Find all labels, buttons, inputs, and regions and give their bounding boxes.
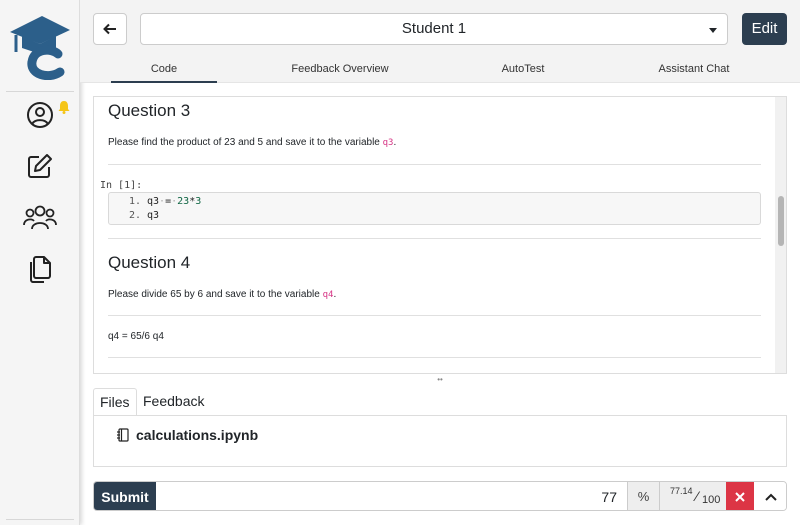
codegrade-logo[interactable]	[8, 10, 72, 81]
variable-code: q3	[382, 138, 394, 148]
notebook-icon	[117, 428, 129, 442]
clear-grade-button[interactable]	[726, 482, 754, 510]
scrollbar[interactable]	[775, 97, 786, 373]
copy-icon[interactable]	[22, 250, 58, 286]
cell-divider	[108, 315, 761, 316]
edit-button[interactable]: Edit	[742, 13, 787, 45]
code-text: q3	[147, 210, 160, 221]
file-name: calculations.ipynb	[136, 427, 259, 443]
question-4-title: Question 4	[108, 253, 191, 272]
line-number: 1.	[128, 196, 141, 207]
tab-bar: Code Feedback Overview AutoTest Assistan…	[80, 55, 800, 83]
line-number: 2.	[128, 210, 141, 221]
arrow-left-icon	[103, 23, 116, 35]
variable-code: q4	[322, 290, 334, 300]
tab-feedback[interactable]: Feedback	[137, 388, 210, 416]
score-display: 77.14 ⁄ 100	[659, 482, 726, 510]
selected-student: Student 1	[401, 20, 467, 37]
question-4-text: Please divide 65 by 6 and save it to the…	[108, 289, 337, 300]
close-icon	[735, 492, 745, 502]
grade-input[interactable]	[156, 482, 627, 510]
resize-handle-icon[interactable]: ••	[435, 376, 445, 384]
tab-code[interactable]: Code	[111, 55, 217, 83]
score-value: 77.14	[670, 486, 693, 496]
chevron-down-icon	[709, 28, 717, 33]
cell-prompt: In [1]:	[100, 180, 143, 191]
grade-bar: Submit % 77.14 ⁄ 100	[93, 481, 787, 511]
chevron-up-icon	[765, 493, 777, 501]
code-cell[interactable]: 1. q3·=·23*3 2. q3	[108, 192, 761, 225]
answer-cell-text: q4 = 65/6 q4	[108, 331, 164, 342]
tab-assistant-chat[interactable]: Assistant Chat	[640, 55, 748, 83]
score-max: 100	[702, 494, 721, 506]
user-icon[interactable]	[22, 97, 58, 133]
sidebar-divider	[6, 91, 74, 92]
expand-button[interactable]	[754, 482, 786, 510]
sidebar	[0, 0, 80, 525]
files-panel: calculations.ipynb	[93, 415, 787, 467]
notebook-viewer[interactable]: Question 3 Please find the product of 23…	[93, 96, 787, 374]
tab-feedback-overview[interactable]: Feedback Overview	[280, 55, 400, 83]
student-select[interactable]: Student 1	[140, 13, 728, 45]
scrollbar-thumb[interactable]	[778, 196, 784, 246]
percent-label: %	[627, 482, 659, 510]
cell-divider	[108, 238, 761, 239]
code-text: q3·=·23*3	[147, 196, 202, 207]
sidebar-divider	[6, 519, 74, 520]
users-icon[interactable]	[22, 199, 58, 235]
question-3-title: Question 3	[108, 101, 191, 120]
main-content: Student 1 Edit Code Feedback Overview Au…	[80, 0, 800, 525]
tab-autotest[interactable]: AutoTest	[480, 55, 566, 83]
submit-button[interactable]: Submit	[94, 482, 156, 510]
cell-divider	[108, 164, 761, 165]
cell-divider	[108, 357, 761, 358]
tab-files[interactable]: Files	[93, 388, 137, 416]
file-item[interactable]: calculations.ipynb	[116, 426, 258, 444]
header-bar: Student 1 Edit	[80, 0, 800, 55]
edit-icon[interactable]	[22, 148, 58, 184]
score-separator: ⁄	[696, 488, 699, 504]
question-3-text: Please find the product of 23 and 5 and …	[108, 137, 397, 148]
back-button[interactable]	[93, 13, 127, 45]
notification-bell-icon[interactable]	[57, 100, 71, 114]
